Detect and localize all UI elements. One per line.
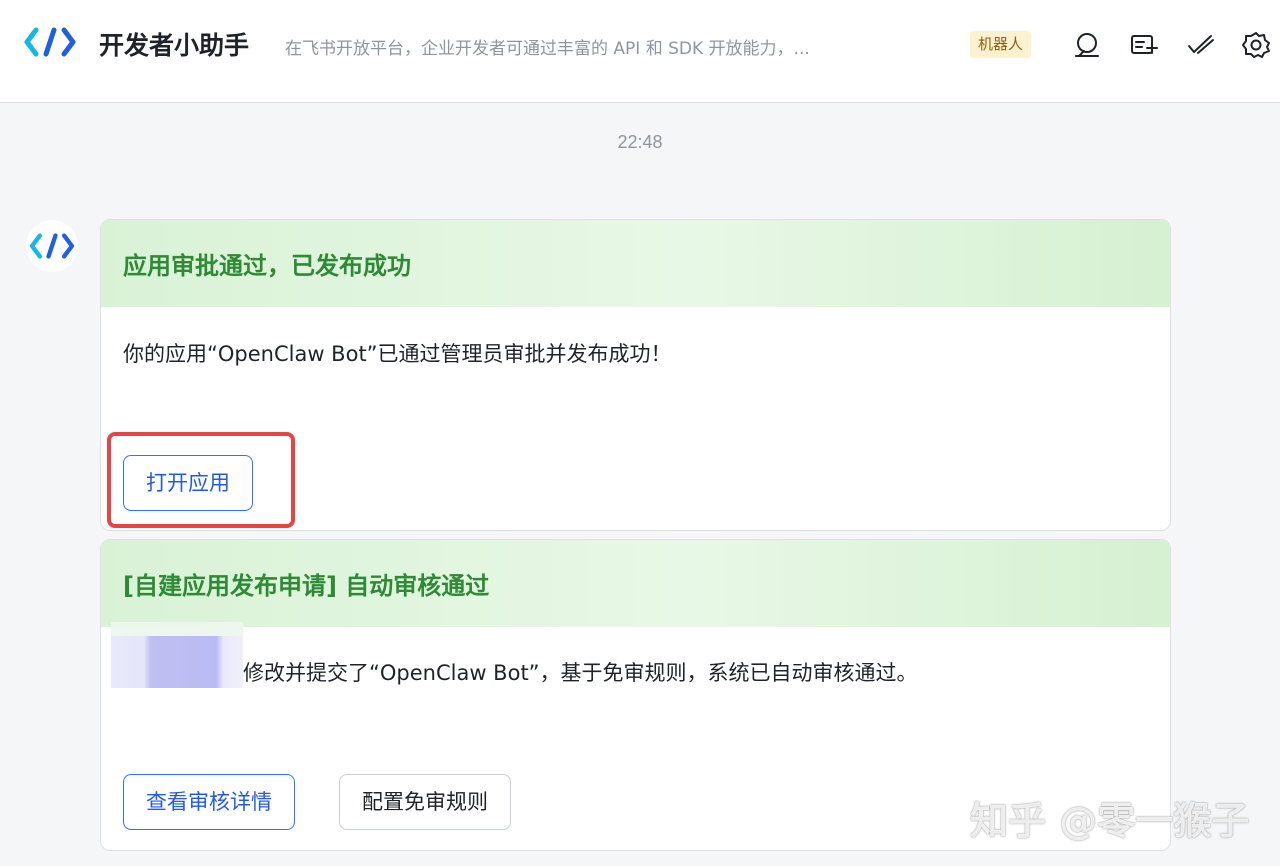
watermark: 知乎 @零一猴子 — [970, 799, 1250, 843]
code-logo-icon — [29, 233, 75, 259]
message-timestamp: 22:48 — [617, 132, 663, 152]
card-title: [自建应用发布申请] 自动审核通过 — [123, 572, 490, 600]
card-header: 应用审批通过，已发布成功 — [101, 220, 1170, 307]
bot-avatar[interactable] — [21, 13, 79, 71]
edit-icon[interactable] — [1184, 29, 1216, 61]
new-message-icon[interactable] — [1128, 29, 1160, 61]
highlight-annotation — [107, 432, 295, 528]
search-chat-icon[interactable] — [1071, 29, 1103, 61]
chat-header: 开发者小助手 在飞书开放平台，企业开发者可通过丰富的 API 和 SDK 开放能… — [0, 0, 1280, 103]
card-body-text: 修改并提交了“OpenClaw Bot”，基于免审规则，系统已自动审核通过。 — [243, 661, 918, 685]
chat-title: 开发者小助手 — [99, 31, 250, 60]
card-body-text: 你的应用“OpenClaw Bot”已通过管理员审批并发布成功！ — [123, 342, 672, 366]
card-header: [自建应用发布申请] 自动审核通过 — [101, 540, 1170, 627]
redacted-username — [111, 622, 243, 688]
card-title: 应用审批通过，已发布成功 — [123, 252, 411, 280]
code-logo-icon — [24, 27, 76, 57]
sender-avatar[interactable] — [26, 220, 78, 272]
settings-icon[interactable] — [1240, 29, 1272, 61]
bot-badge: 机器人 — [970, 31, 1032, 58]
chat-description: 在飞书开放平台，企业开发者可通过丰富的 API 和 SDK 开放能力，... — [285, 39, 810, 59]
configure-exempt-rules-button[interactable]: 配置免审规则 — [339, 774, 511, 830]
view-review-details-button[interactable]: 查看审核详情 — [123, 774, 295, 830]
